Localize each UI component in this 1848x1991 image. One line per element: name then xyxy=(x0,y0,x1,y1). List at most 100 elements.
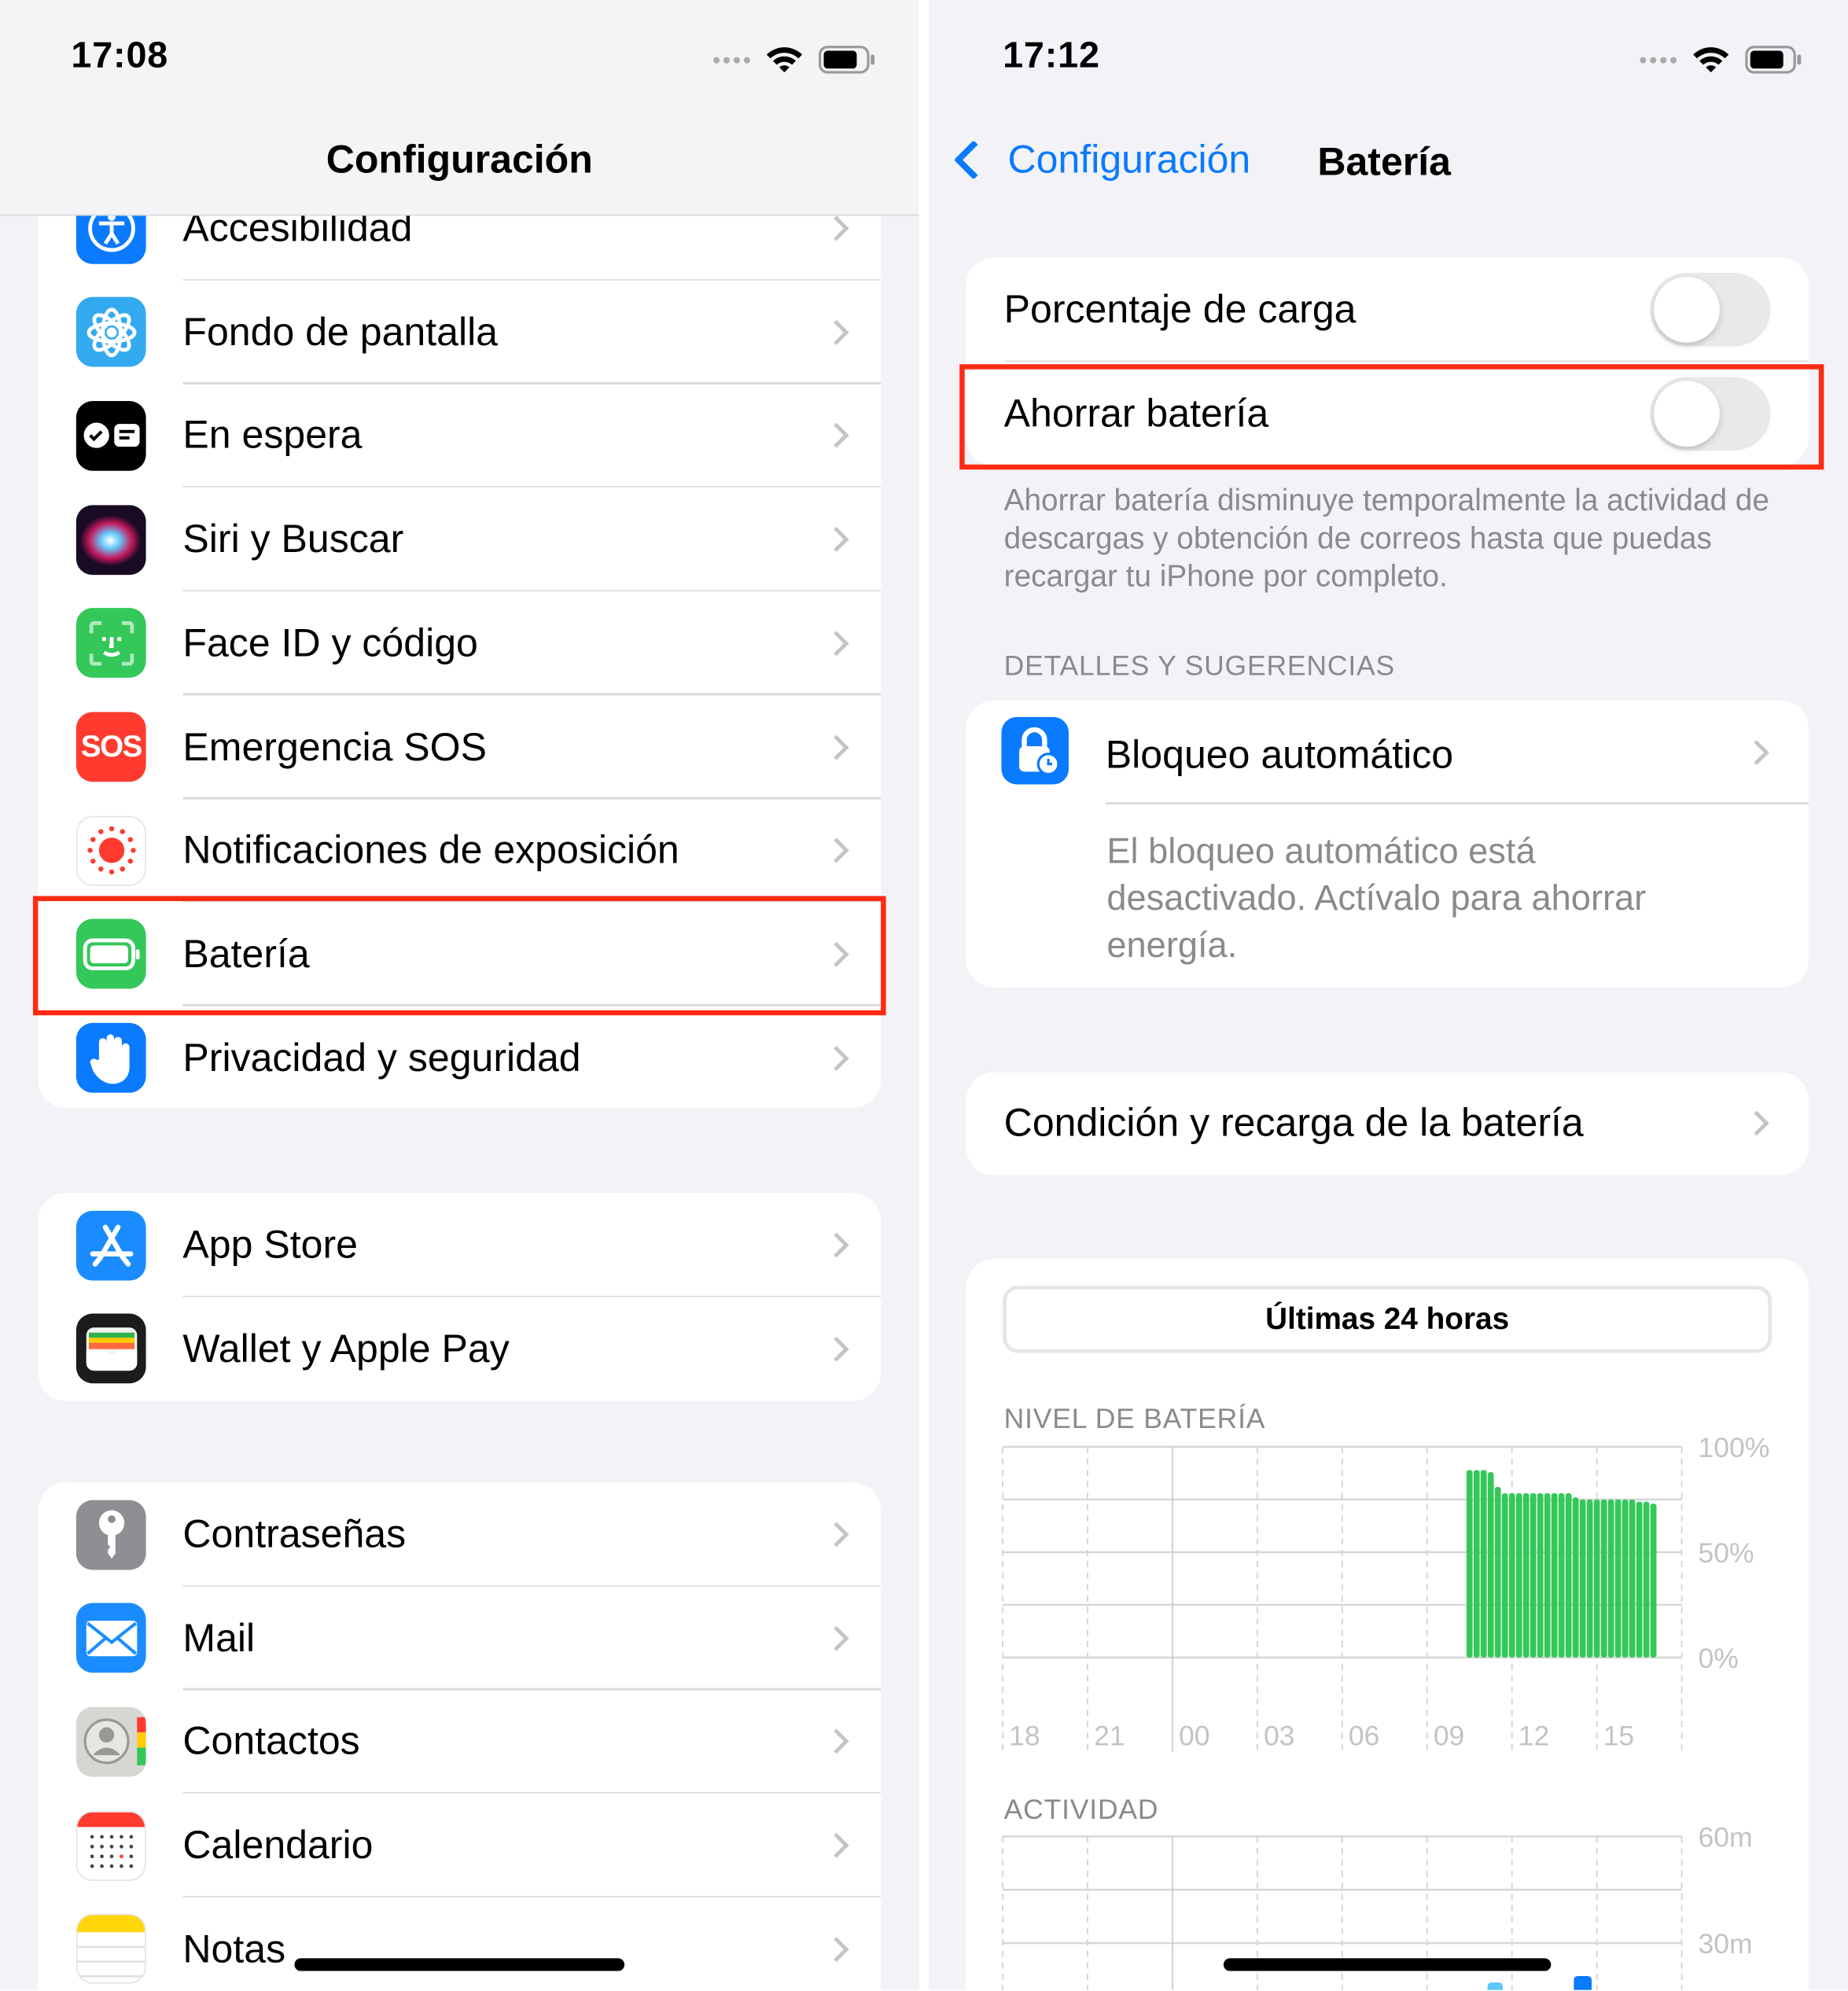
settings-panel: 17:08 Configuración Accesibilidad Fondo d… xyxy=(0,0,919,1990)
settings-row-mail[interactable]: Mail xyxy=(38,1586,882,1691)
battery-level-bar xyxy=(1515,1492,1522,1658)
chevron-right-icon xyxy=(823,1232,849,1258)
settings-row-privacidad-y-seguridad[interactable]: Privacidad y seguridad xyxy=(38,1006,881,1108)
chevron-right-icon xyxy=(823,215,849,241)
row-label: App Store xyxy=(182,1222,358,1267)
settings-row-calendario[interactable]: Calendario xyxy=(38,1794,882,1898)
x-tick-label: 00 xyxy=(1179,1720,1210,1751)
settings-row-emergencia-sos[interactable]: SOS Emergencia SOS xyxy=(38,695,882,800)
x-tick-label: 06 xyxy=(1349,1720,1379,1751)
face-id-icon xyxy=(75,608,146,679)
settings-row-notificaciones-de-exposición[interactable]: Notificaciones de exposición xyxy=(38,799,882,903)
cellular-signal-icon xyxy=(713,56,750,63)
battery-level-bar xyxy=(1586,1499,1593,1658)
activity-bar xyxy=(1574,1976,1592,1990)
battery-level-bar xyxy=(1636,1501,1643,1658)
settings-row-wallet-y-apple-pay[interactable]: Wallet y Apple Pay xyxy=(38,1297,881,1400)
activity-bar xyxy=(1487,1982,1503,1990)
x-tick-label: 15 xyxy=(1603,1720,1634,1751)
contacts-icon xyxy=(75,1706,146,1777)
wallpaper-flower-icon xyxy=(75,296,146,367)
battery-level-bar xyxy=(1643,1501,1650,1658)
chevron-right-icon xyxy=(823,1936,849,1962)
settings-row-fondo-de-pantalla[interactable]: Fondo de pantalla xyxy=(38,280,882,385)
row-label: Face ID y código xyxy=(182,620,478,665)
battery-level-bar xyxy=(1530,1492,1537,1658)
battery-level-bar xyxy=(1466,1470,1473,1658)
battery-level-bar xyxy=(1607,1499,1614,1658)
siri-icon xyxy=(75,504,146,575)
battery-status-icon xyxy=(819,46,875,74)
battery-level-bar xyxy=(1487,1472,1494,1658)
row-label: Siri y Buscar xyxy=(182,517,404,561)
row-label: Notificaciones de exposición xyxy=(182,827,679,873)
home-indicator[interactable] xyxy=(1223,1958,1552,1971)
settings-row-en-espera[interactable]: En espera xyxy=(38,384,882,488)
y-tick-label: 100% xyxy=(1699,1432,1770,1463)
battery-level-bar xyxy=(1593,1499,1600,1658)
chevron-right-icon xyxy=(823,423,849,449)
row-label: Wallet y Apple Pay xyxy=(182,1326,510,1371)
chevron-right-icon xyxy=(823,1625,849,1651)
row-label: Contraseñas xyxy=(182,1511,407,1556)
row-label: Notas xyxy=(182,1926,286,1971)
y-tick-label: 30m xyxy=(1699,1928,1753,1960)
settings-row-siri-y-buscar[interactable]: Siri y Buscar xyxy=(38,488,882,592)
x-tick-label: 09 xyxy=(1434,1720,1464,1751)
battery-level-bar xyxy=(1622,1499,1629,1658)
chevron-right-icon xyxy=(823,1832,849,1858)
settings-group-apps: Contraseñas Mail Contactos Calendario Notas xyxy=(38,1482,882,1990)
battery-level-bar xyxy=(1544,1492,1551,1658)
highlight-bateria xyxy=(32,896,886,1016)
row-label: Privacidad y seguridad xyxy=(182,1035,581,1080)
chevron-right-icon xyxy=(823,319,849,345)
sos-icon: SOS xyxy=(75,712,146,782)
calendar-icon xyxy=(75,1810,146,1881)
battery-level-bar xyxy=(1565,1492,1572,1658)
settings-row-notas[interactable]: Notas xyxy=(38,1897,881,1990)
notes-icon xyxy=(75,1914,146,1985)
chevron-right-icon xyxy=(823,630,849,656)
battery-level-bar xyxy=(1558,1492,1565,1658)
battery-level-bar xyxy=(1614,1499,1622,1658)
battery-level-bar xyxy=(1494,1486,1501,1658)
sos-icon-text: SOS xyxy=(80,729,143,764)
y-tick-label: 50% xyxy=(1699,1537,1754,1569)
highlight-ahorrar-bateria xyxy=(959,364,1824,470)
settings-row-contraseñas[interactable]: Contraseñas xyxy=(38,1482,882,1587)
chevron-right-icon xyxy=(823,734,849,760)
x-tick-label: 21 xyxy=(1094,1720,1125,1751)
settings-row-face-id-y-código[interactable]: Face ID y código xyxy=(38,591,882,696)
row-label: Emergencia SOS xyxy=(182,723,487,769)
settings-group-store: App Store Wallet y Apple Pay xyxy=(38,1193,882,1401)
battery-level-bar xyxy=(1522,1492,1530,1658)
wifi-icon xyxy=(766,47,803,72)
key-icon xyxy=(75,1499,146,1570)
x-tick-label: 03 xyxy=(1264,1720,1295,1751)
app-store-icon xyxy=(75,1209,146,1280)
battery-level-bar xyxy=(1501,1492,1508,1658)
battery-level-bar xyxy=(1473,1470,1480,1658)
battery-level-bar xyxy=(1600,1499,1607,1658)
battery-level-bar xyxy=(1551,1492,1558,1658)
chevron-right-icon xyxy=(823,1522,849,1548)
y-tick-label: 0% xyxy=(1699,1643,1739,1674)
battery-level-bar xyxy=(1650,1503,1657,1658)
battery-level-bar xyxy=(1537,1492,1544,1658)
row-label: Fondo de pantalla xyxy=(182,309,499,354)
settings-row-app-store[interactable]: App Store xyxy=(38,1193,882,1297)
chevron-right-icon xyxy=(823,527,849,553)
row-label: Contactos xyxy=(182,1719,360,1764)
standby-icon xyxy=(75,400,146,471)
battery-level-bar xyxy=(1579,1499,1586,1658)
chevron-right-icon xyxy=(823,1729,849,1755)
row-label: Mail xyxy=(182,1615,256,1660)
row-label: En espera xyxy=(182,413,363,458)
settings-row-contactos[interactable]: Contactos xyxy=(38,1690,882,1794)
home-indicator[interactable] xyxy=(294,1958,625,1971)
chevron-right-icon xyxy=(823,837,849,863)
charts-layer: 100% 50% 0% 18 21 00 03 06 09 12 15 60m 30m xyxy=(1002,1432,1770,1990)
nav-bar: 17:08 Configuración xyxy=(0,0,919,216)
x-tick-label: 12 xyxy=(1519,1720,1549,1751)
chevron-right-icon xyxy=(823,1336,849,1362)
